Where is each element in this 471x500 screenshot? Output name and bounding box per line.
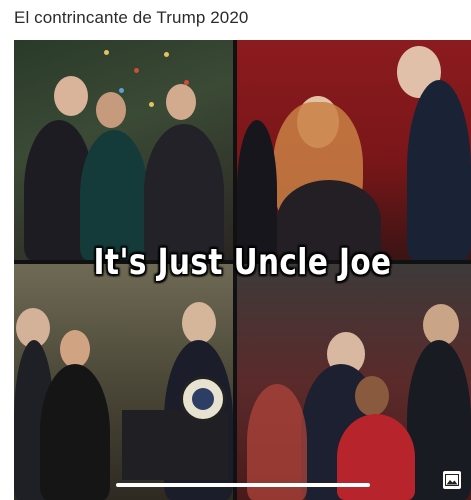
meme-image[interactable]: It's Just Uncle Joe: [14, 40, 471, 500]
media-scrubber[interactable]: [116, 483, 370, 487]
image-gallery-icon[interactable]: [443, 471, 461, 489]
podium: [122, 410, 228, 480]
photo-panel-top-left: [14, 40, 233, 260]
meme-caption: It's Just Uncle Joe: [93, 242, 392, 283]
post-title: El contrincante de Trump 2020: [14, 8, 249, 27]
seal-emblem: [180, 376, 226, 422]
photo-panel-top-right: [237, 40, 471, 260]
photo-panel-bottom-right: [237, 264, 471, 500]
